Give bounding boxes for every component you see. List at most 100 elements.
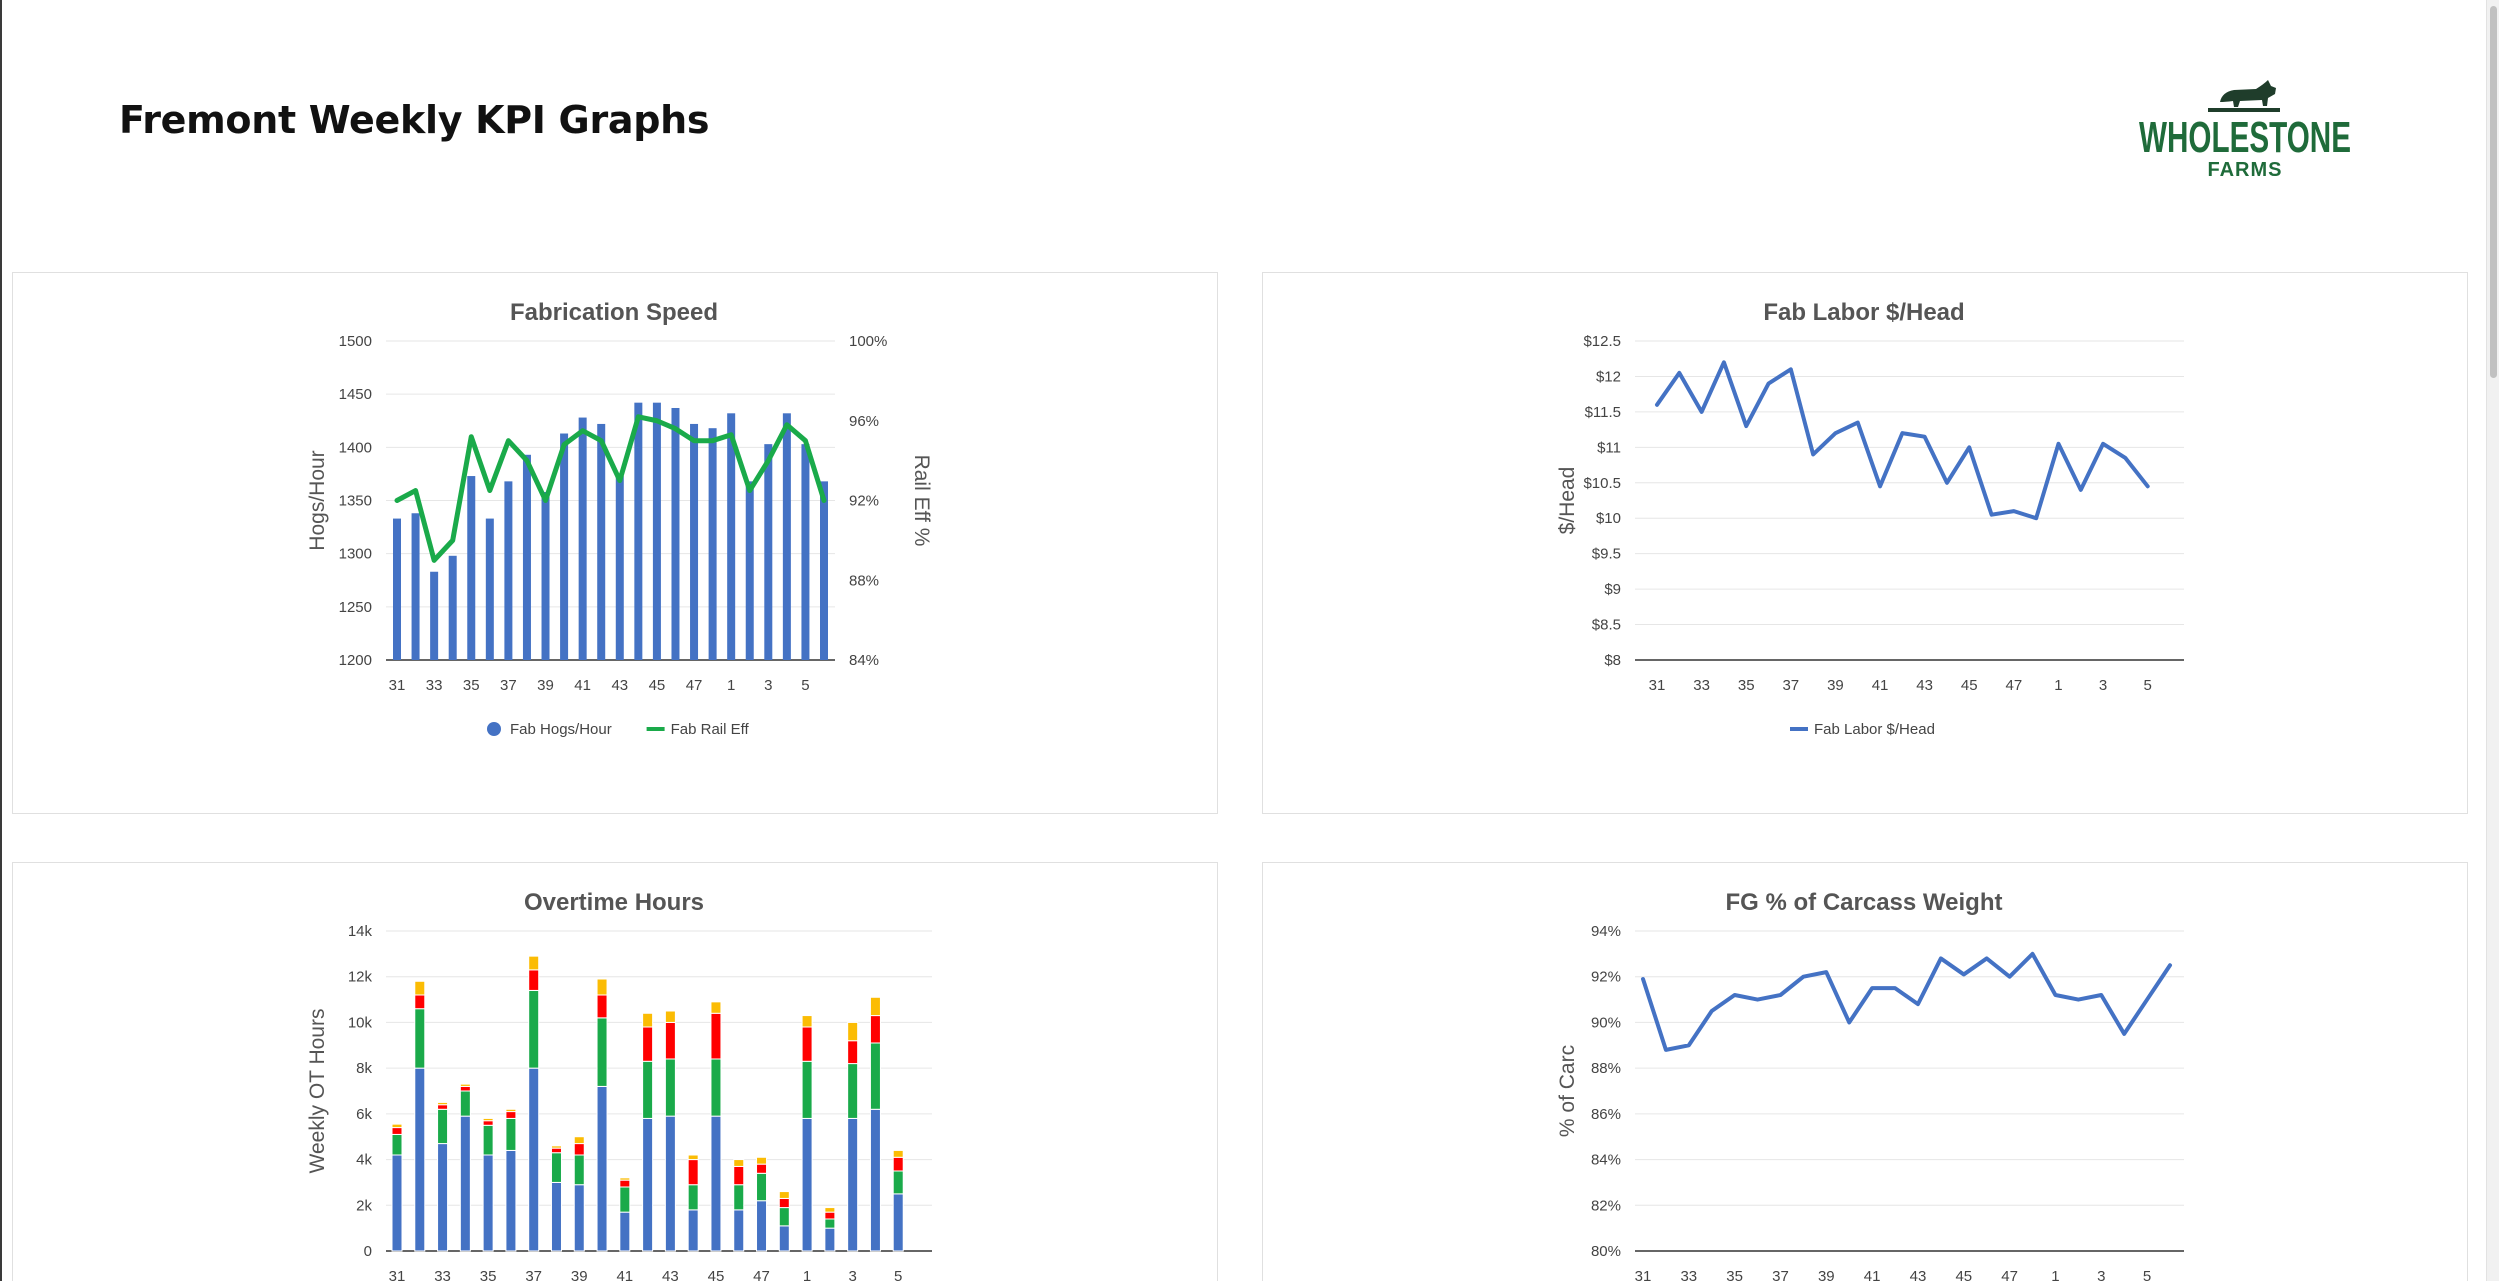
stacked-bar-segment	[459, 1090, 471, 1117]
fab-labor-card: Fab Labor $/Head $8 $8.5 $9 $9.5 $10 $10.5 $11 $…	[1262, 272, 2468, 814]
stacked-bar-segment	[550, 1181, 562, 1252]
stacked-bar-segment	[550, 1152, 562, 1183]
stacked-bar-segment	[528, 969, 540, 991]
stacked-bar-segment	[892, 1170, 904, 1195]
x-tick-label: 43	[1910, 1268, 1927, 1281]
stacked-bar-segment	[687, 1209, 699, 1252]
x-tick-label: 39	[571, 1268, 588, 1281]
stacked-bar-segment	[437, 1104, 449, 1110]
x-tick-label: 3	[764, 677, 772, 694]
y-tick-label: 4k	[356, 1152, 372, 1169]
x-tick-label: 5	[801, 677, 809, 694]
y-tick-label: 90%	[1591, 1014, 1621, 1031]
stacked-bar-segment	[687, 1154, 699, 1161]
stacked-bar-segment	[664, 1058, 676, 1117]
x-tick-label: 37	[525, 1268, 542, 1281]
stacked-bar-segment	[505, 1149, 517, 1252]
x-tick-label: 35	[1726, 1268, 1743, 1281]
bar	[393, 518, 401, 660]
y-tick-label: 86%	[1591, 1106, 1621, 1123]
x-tick-label: 35	[1738, 677, 1755, 694]
page-scrollbar[interactable]	[2486, 0, 2499, 1281]
x-tick-label: 5	[2144, 677, 2152, 694]
x-tick-label: 39	[1818, 1268, 1835, 1281]
stacked-bar-segment	[664, 1021, 676, 1060]
x-tick-label: 1	[727, 677, 735, 694]
y-axis-label: % of Carc	[1556, 1045, 1579, 1137]
x-tick-label: 35	[480, 1268, 497, 1281]
x-tick-label: 33	[1680, 1268, 1697, 1281]
x-tick-label: 1	[803, 1268, 811, 1281]
bar	[634, 402, 643, 660]
stacked-bar-segment	[710, 1001, 722, 1014]
stacked-bar-segment	[391, 1123, 403, 1129]
fg-carcass-chart: FG % of Carcass Weight 80% 82% 84% 86% 88% 90%…	[1556, 889, 2184, 1281]
stacked-bar-segment	[778, 1197, 790, 1209]
legend-label: Fab Rail Eff	[671, 721, 750, 738]
x-tick-label: 41	[1872, 677, 1889, 694]
x-tick-label: 47	[2006, 677, 2023, 694]
bar	[764, 444, 773, 660]
stacked-bar-segment	[528, 1067, 540, 1252]
stacked-bar-segment	[573, 1143, 585, 1156]
x-tick-label: 31	[389, 1268, 406, 1281]
stacked-bar-segment	[437, 1143, 449, 1252]
stacked-bar-segment	[528, 955, 540, 971]
stacked-bar-segment	[391, 1127, 403, 1135]
chart-title: Overtime Hours	[524, 889, 704, 916]
x-tick-label: 33	[1693, 677, 1710, 694]
x-tick-label: 43	[611, 677, 628, 694]
bar	[708, 428, 717, 660]
stacked-bar-segment	[414, 994, 426, 1010]
x-tick-label: 3	[848, 1268, 856, 1281]
stacked-bar-segment	[733, 1159, 745, 1167]
stacked-bar-segment	[756, 1200, 768, 1252]
y2-tick-label: 100%	[849, 333, 887, 350]
y-tick-label: 6k	[356, 1106, 372, 1123]
stacked-bar-segment	[619, 1179, 631, 1188]
y-tick-label: 12k	[348, 969, 373, 986]
logo-sub: FARMS	[2208, 159, 2283, 180]
wholestone-logo: WHOLESTONE FARMS	[2139, 80, 2351, 180]
legend-label: Fab Labor $/Head	[1814, 721, 1935, 738]
stacked-bar-segment	[482, 1117, 494, 1122]
x-tick-label: 39	[1827, 677, 1844, 694]
stacked-bar-segment	[573, 1136, 585, 1145]
scrollbar-thumb[interactable]	[2490, 6, 2497, 378]
stacked-bar-segment	[733, 1165, 745, 1186]
stacked-bar-segment	[892, 1149, 904, 1158]
y-tick-label: 1450	[339, 386, 372, 403]
bar	[541, 491, 550, 660]
y-tick-label: 1350	[339, 493, 372, 510]
stacked-bar-segment	[642, 1060, 654, 1119]
stacked-bar-segment	[437, 1101, 449, 1106]
y-tick-label: 1500	[339, 333, 372, 350]
stacked-bar-segment	[573, 1184, 585, 1252]
window-edge	[0, 0, 2, 1281]
bar	[578, 417, 587, 660]
y-tick-label: $11.5	[1585, 404, 1621, 421]
stacked-bar-segment	[619, 1211, 631, 1252]
y-tick-label: 1250	[339, 599, 372, 616]
x-tick-label: 1	[2054, 677, 2062, 694]
stacked-bar-segment	[505, 1111, 517, 1119]
overtime-chart: Overtime Hours 0 2k 4k 6k 8k 10k 12k 14k Weekly O…	[306, 889, 932, 1281]
fg-carcass-card: FG % of Carcass Weight 80% 82% 84% 86% 88% 90%…	[1262, 862, 2468, 1281]
chart-title: FG % of Carcass Weight	[1726, 889, 2003, 916]
bar	[745, 481, 754, 660]
y-axis-label: Weekly OT Hours	[306, 1009, 329, 1174]
stacked-bar-segment	[505, 1108, 517, 1113]
bar	[690, 423, 699, 660]
stacked-bar-segment	[391, 1154, 403, 1252]
stacked-bar-segment	[869, 1108, 881, 1252]
fab-speed-chart: Fabrication Speed12001250130013501400145…	[306, 299, 933, 738]
stacked-bar-segment	[824, 1211, 836, 1220]
y-tick-label: $9	[1604, 581, 1621, 598]
stacked-bar-segment	[596, 1085, 608, 1252]
stacked-bar-segment	[824, 1227, 836, 1252]
x-tick-label: 37	[1782, 677, 1799, 694]
stacked-bar-segment	[710, 1058, 722, 1117]
x-tick-label: 45	[708, 1268, 725, 1281]
stacked-bar-segment	[733, 1209, 745, 1252]
bar	[597, 423, 606, 660]
